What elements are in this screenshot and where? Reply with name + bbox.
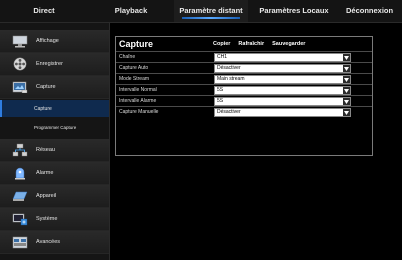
chevron-down-icon [343,87,350,94]
setting-row-intervalle-alarme: Intervalle Alarme 5S [116,95,372,107]
chevron-down-icon [343,109,350,116]
sidebar-subitem-label: Capture [34,105,52,112]
refresh-button[interactable]: Rafraîchir [238,41,264,47]
copy-button[interactable]: Copier [213,41,230,47]
sidebar-item-capture[interactable]: Capture [0,76,109,99]
alarm-icon [12,166,28,180]
capture-auto-select[interactable]: Désactiver [214,64,351,73]
tab-label: Déconnexion [346,6,394,15]
tab-playback[interactable]: Playback [88,0,174,22]
select-value: Désactiver [217,65,241,71]
tab-label: Paramètre distant [179,6,243,15]
setting-row-chaine: Chaîne CH1 [116,51,372,63]
sidebar-item-appareil[interactable]: Appareil [0,185,109,208]
select-value: 5S [217,98,224,104]
system-icon [12,212,28,226]
select-value: Main stream [217,76,245,82]
setting-row-capture-auto: Capture Auto Désactiver [116,62,372,74]
capture-settings-panel: Capture Copier Rafraîchir Sauvegarder Ch… [115,36,373,156]
sidebar-item-label: Affichage [36,38,59,44]
monitor-icon [12,34,28,48]
active-tab-indicator [182,17,240,19]
camera-icon [12,80,28,94]
sidebar-item-label: Enregistrer [36,61,63,67]
chevron-down-icon [343,98,350,105]
film-reel-icon [12,57,28,71]
mode-stream-select[interactable]: Main stream [214,75,351,84]
setting-label: Chaîne [119,53,136,60]
tab-parametres-locaux[interactable]: Paramètres Locaux [248,0,340,22]
sidebar-item-alarme[interactable]: Alarme [0,162,109,185]
tab-direct[interactable]: Direct [0,0,88,22]
save-button[interactable]: Sauvegarder [272,41,305,47]
sidebar-item-label: Avancées [36,239,61,245]
main-content: Capture Copier Rafraîchir Sauvegarder Ch… [110,23,402,260]
tab-label: Playback [114,6,148,15]
network-icon [12,143,28,157]
sidebar: Affichage Enregistrer Capture Capture Pr… [0,23,110,260]
intervalle-normal-select[interactable]: 5S [214,86,351,95]
sidebar-subitem-capture[interactable]: Capture [0,100,109,117]
setting-label: Capture Auto [119,64,149,71]
sidebar-subitem-programmer-capture[interactable]: Programmer Capture [0,119,109,136]
select-value: 5S [217,87,224,93]
sidebar-item-enregistrer[interactable]: Enregistrer [0,53,109,76]
setting-row-capture-manuelle: Capture Manuelle Désactiver [116,106,372,118]
chevron-down-icon [343,76,350,83]
advanced-icon [12,235,28,249]
tab-parametre-distant[interactable]: Paramètre distant [174,0,248,22]
sidebar-item-systeme[interactable]: Système [0,208,109,231]
panel-actions: Copier Rafraîchir Sauvegarder [213,41,305,47]
panel-title: Capture [119,39,154,49]
setting-label: Mode Stream [119,75,150,82]
sidebar-item-reseau[interactable]: Réseau [0,139,109,162]
chevron-down-icon [343,54,350,61]
chevron-down-icon [343,65,350,72]
setting-label: Capture Manuelle [119,108,159,115]
select-value: CH1 [217,54,228,60]
capture-manuelle-select[interactable]: Désactiver [214,108,351,117]
setting-row-intervalle-normal: Intervalle Normal 5S [116,84,372,96]
sidebar-item-label: Système [36,216,58,222]
tab-label: Paramètres Locaux [259,6,329,15]
tab-label: Direct [33,6,55,15]
sidebar-subitem-label: Programmer Capture [34,125,77,130]
top-navigation: Direct Playback Paramètre distant Paramè… [0,0,402,23]
intervalle-alarme-select[interactable]: 5S [214,97,351,106]
sidebar-item-label: Capture [36,84,56,90]
channel-select[interactable]: CH1 [214,53,351,62]
sidebar-item-label: Appareil [36,193,57,199]
setting-label: Intervalle Normal [119,86,157,93]
sidebar-item-label: Réseau [36,147,55,153]
setting-label: Intervalle Alarme [119,97,157,104]
sidebar-item-avancees[interactable]: Avancées [0,231,109,254]
hard-drive-icon [12,189,28,203]
tab-deconnexion[interactable]: Déconnexion [340,0,402,22]
sidebar-item-affichage[interactable]: Affichage [0,30,109,53]
sidebar-item-label: Alarme [36,170,54,176]
setting-row-mode-stream: Mode Stream Main stream [116,73,372,85]
select-value: Désactiver [217,109,241,115]
